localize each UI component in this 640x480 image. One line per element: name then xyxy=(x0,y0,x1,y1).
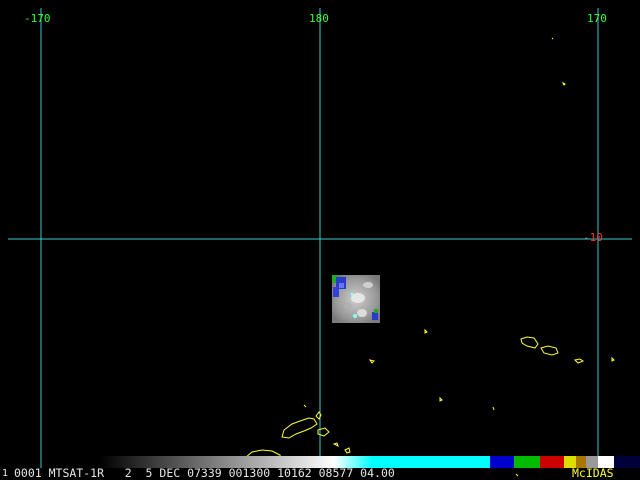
latitude-label-minus-10: -10 xyxy=(583,231,603,244)
island-niuatoputapu xyxy=(492,406,495,411)
longitude-label-170: 170 xyxy=(587,12,607,25)
island-wallis xyxy=(424,328,428,334)
island-fiji-lau-2 xyxy=(332,442,339,447)
satellite-image-tile xyxy=(332,275,380,323)
longitude-label-minus-170: -170 xyxy=(24,12,51,25)
island-fiji-lau-3 xyxy=(344,447,351,454)
island-samoa-upolu xyxy=(520,336,539,349)
island-futuna xyxy=(368,359,375,364)
island-east-1 xyxy=(611,356,615,362)
island-west-1 xyxy=(303,404,307,408)
island-tokelau xyxy=(561,81,566,86)
product-label: McIDAS xyxy=(572,466,614,480)
island-north-1 xyxy=(551,37,554,40)
status-bar: 1 0001 MTSAT-1R 2 5 DEC 07339 001300 101… xyxy=(0,466,640,480)
frame-number: 1 xyxy=(2,468,9,479)
image-metadata-text: 0001 MTSAT-1R 2 5 DEC 07339 001300 10162… xyxy=(14,466,395,480)
longitude-label-180: 180 xyxy=(309,12,329,25)
island-fiji-vanua-levu xyxy=(281,417,318,439)
island-samoa-savaii xyxy=(540,345,559,356)
coastlines xyxy=(244,37,615,477)
satellite-map-viewer[interactable]: -170 180 170 -10 1 0001 MTSAT-1R 2 5 DEC… xyxy=(0,0,640,480)
island-niuafoou xyxy=(439,396,443,402)
map-canvas xyxy=(8,8,640,477)
island-tutuila xyxy=(573,358,585,364)
